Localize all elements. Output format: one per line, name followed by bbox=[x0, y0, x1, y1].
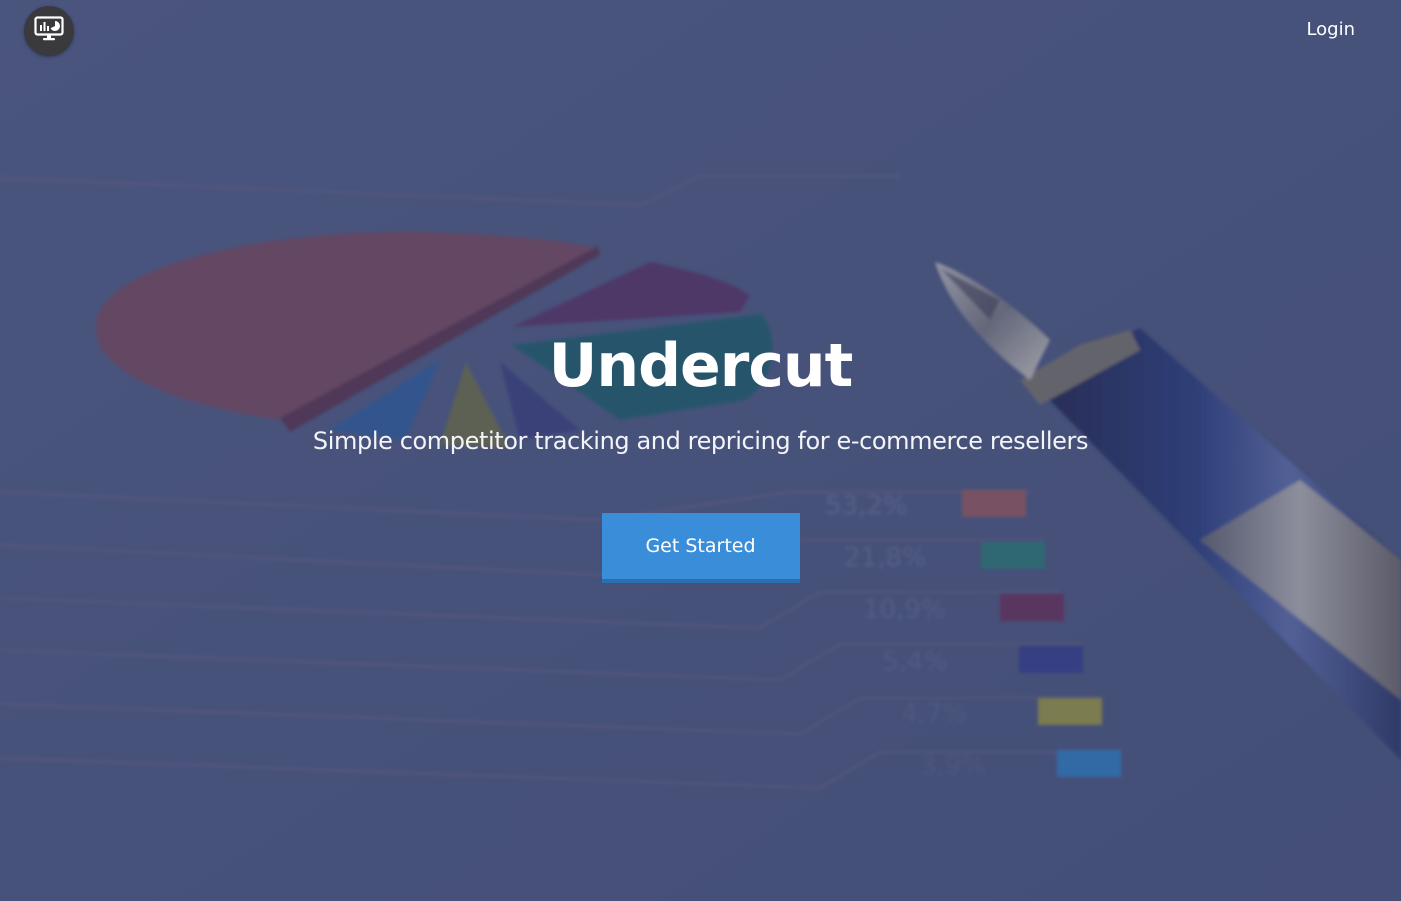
hero-title: Undercut bbox=[548, 331, 854, 401]
login-link[interactable]: Login bbox=[1306, 19, 1355, 40]
monitor-chart-icon bbox=[34, 15, 64, 47]
logo[interactable] bbox=[24, 6, 74, 56]
hero-subtitle: Simple competitor tracking and repricing… bbox=[312, 427, 1089, 455]
get-started-button[interactable]: Get Started bbox=[601, 513, 800, 583]
hero-content: Undercut Simple competitor tracking and … bbox=[0, 330, 1401, 583]
